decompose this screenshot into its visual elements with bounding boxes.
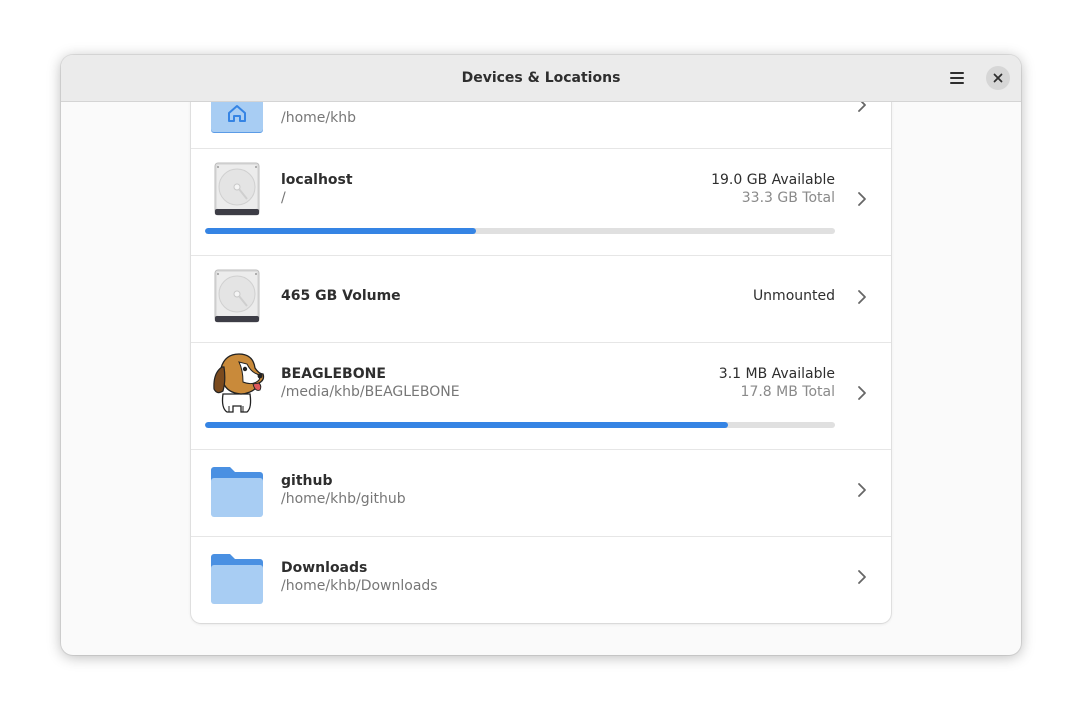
location-row-downloads[interactable]: Downloads /home/khb/Downloads xyxy=(191,537,891,623)
location-path: /home/khb/Downloads xyxy=(281,578,438,594)
disk-usage-bar xyxy=(205,228,835,234)
chevron-right-icon xyxy=(858,386,866,400)
disk-usage-fill xyxy=(205,422,728,428)
location-row-github[interactable]: github /home/khb/github xyxy=(191,450,891,537)
mount-status: Unmounted xyxy=(752,288,835,304)
location-row-home[interactable]: /home/khb xyxy=(191,102,891,149)
window-title: Devices & Locations xyxy=(461,70,621,86)
disk-usage-bar xyxy=(205,422,835,428)
space-available: 3.1 MB Available xyxy=(718,366,835,382)
chevron-right-icon xyxy=(858,483,866,497)
location-name: Downloads xyxy=(281,560,368,576)
main-menu-button[interactable] xyxy=(942,66,972,90)
locations-list: /home/khb localhost / 19.0 GB Available … xyxy=(191,102,891,623)
folder-icon xyxy=(211,554,263,604)
close-icon xyxy=(993,73,1003,83)
location-path: /home/khb/github xyxy=(281,491,406,507)
disk-usage-fill xyxy=(205,228,476,234)
chevron-right-icon xyxy=(858,290,866,304)
location-name: 465 GB Volume xyxy=(281,288,401,304)
location-name: github xyxy=(281,473,333,489)
location-path: /media/khb/BEAGLEBONE xyxy=(281,384,460,400)
hard-disk-icon xyxy=(214,162,260,216)
location-row-beaglebone[interactable]: BEAGLEBONE /media/khb/BEAGLEBONE 3.1 MB … xyxy=(191,343,891,450)
close-button[interactable] xyxy=(986,66,1010,90)
space-available: 19.0 GB Available xyxy=(711,172,835,188)
home-folder-icon xyxy=(211,102,263,133)
hard-disk-icon xyxy=(214,269,260,323)
space-total: 33.3 GB Total xyxy=(741,190,835,206)
location-path: / xyxy=(281,190,286,206)
location-name: BEAGLEBONE xyxy=(281,366,386,382)
chevron-right-icon xyxy=(858,570,866,584)
folder-icon xyxy=(211,467,263,517)
location-name: localhost xyxy=(281,172,353,188)
hamburger-icon xyxy=(950,72,964,74)
chevron-right-icon xyxy=(858,102,866,112)
beagle-dog-icon xyxy=(213,353,265,413)
headerbar: Devices & Locations xyxy=(61,55,1021,102)
location-row-localhost[interactable]: localhost / 19.0 GB Available 33.3 GB To… xyxy=(191,149,891,256)
app-window: Devices & Locations /home/khb localhost … xyxy=(61,55,1021,655)
location-row-volume[interactable]: 465 GB Volume Unmounted xyxy=(191,256,891,343)
scroll-area[interactable]: /home/khb localhost / 19.0 GB Available … xyxy=(61,102,1021,655)
space-total: 17.8 MB Total xyxy=(740,384,835,400)
location-path: /home/khb xyxy=(281,110,356,126)
chevron-right-icon xyxy=(858,192,866,206)
